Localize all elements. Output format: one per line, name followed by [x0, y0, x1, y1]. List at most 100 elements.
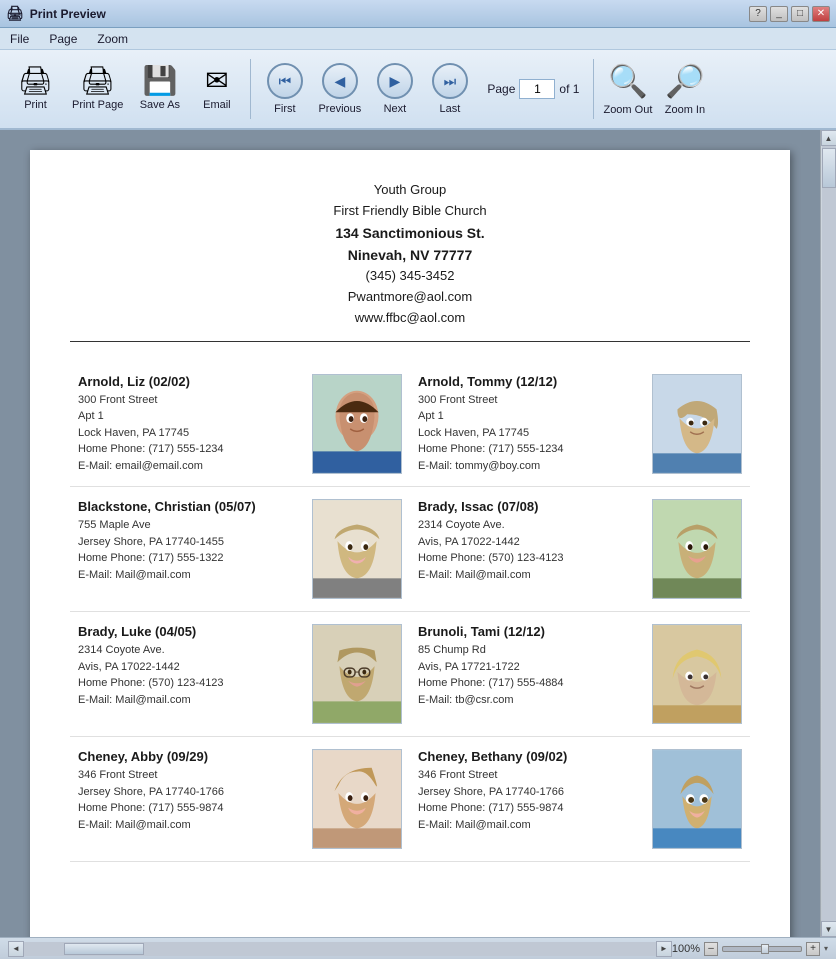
zoom-out-button[interactable]: 🔍 Zoom Out [600, 54, 655, 124]
toolbar: 🖨 Print 🖨 Print Page 💾 Save As ✉ Email ⏮… [0, 50, 836, 130]
contact-info: Brunoli, Tami (12/12) 85 Chump Rd Avis, … [418, 624, 640, 708]
zoom-status: 100% – + ▾ [672, 942, 828, 956]
header-line5: (345) 345-3452 [70, 266, 750, 287]
bottom-bar: ◄ ► 100% – + ▾ [0, 937, 836, 959]
contact-name: Arnold, Liz (02/02) [78, 374, 300, 389]
contact-photo [312, 374, 402, 474]
document-header: Youth Group First Friendly Bible Church … [70, 180, 750, 342]
contact-photo [312, 749, 402, 849]
contact-entry: Cheney, Abby (09/29) 346 Front Street Je… [70, 737, 410, 862]
horizontal-scrollbar[interactable]: ◄ ► [8, 941, 672, 957]
contact-entry: Arnold, Liz (02/02) 300 Front Street Apt… [70, 362, 410, 488]
header-line4: Ninevah, NV 77777 [70, 244, 750, 266]
scroll-h-thumb[interactable] [64, 943, 144, 955]
minimize-button[interactable]: _ [770, 6, 788, 22]
print-page-icon: 🖨 [80, 67, 116, 95]
first-label: First [274, 103, 295, 115]
email-icon: ✉ [205, 67, 228, 95]
save-as-button[interactable]: 💾 Save As [132, 54, 187, 124]
header-line7: www.ffbc@aol.com [70, 308, 750, 329]
contact-email: E-Mail: Mail@mail.com [78, 567, 300, 584]
zoom-in-label: Zoom In [665, 104, 705, 116]
content-area[interactable]: Youth Group First Friendly Bible Church … [0, 130, 820, 937]
zoom-out-icon: 🔍 [608, 62, 648, 100]
contact-entry: Arnold, Tommy (12/12) 300 Front Street A… [410, 362, 750, 488]
contact-address1: 2314 Coyote Ave. [418, 517, 640, 534]
menu-file[interactable]: File [6, 31, 33, 47]
header-line3: 134 Sanctimonious St. [70, 222, 750, 244]
contact-city-state-zip: Avis, PA 17022-1442 [418, 534, 640, 551]
zoom-in-icon: 🔎 [665, 62, 705, 100]
scroll-left-button[interactable]: ◄ [8, 941, 24, 957]
contact-city-state-zip: Avis, PA 17721-1722 [418, 659, 640, 676]
maximize-button[interactable]: □ [791, 6, 809, 22]
menu-page[interactable]: Page [45, 31, 81, 47]
contact-city-state-zip: Jersey Shore, PA 17740-1766 [78, 784, 300, 801]
contact-phone: Home Phone: (717) 555-4884 [418, 675, 640, 692]
zoom-slider-thumb[interactable] [761, 944, 769, 954]
menu-zoom[interactable]: Zoom [93, 31, 132, 47]
contact-address1: 346 Front Street [418, 767, 640, 784]
next-label: Next [384, 103, 407, 115]
page-control: Page of 1 [487, 79, 579, 99]
scroll-v-thumb[interactable] [822, 148, 836, 188]
contact-name: Brady, Issac (07/08) [418, 499, 640, 514]
contact-email: E-Mail: tommy@boy.com [418, 458, 640, 475]
page-preview: Youth Group First Friendly Bible Church … [30, 150, 790, 937]
print-page-button[interactable]: 🖨 Print Page [65, 54, 130, 124]
zoom-slider-track[interactable] [722, 946, 802, 952]
contact-info: Arnold, Tommy (12/12) 300 Front Street A… [418, 374, 640, 475]
title-bar: 🖨 Print Preview ? _ □ ✕ [0, 0, 836, 28]
previous-button[interactable]: ◀ Previous [312, 54, 367, 124]
previous-icon: ◀ [322, 63, 358, 99]
close-button[interactable]: ✕ [812, 6, 830, 22]
page-label: Page [487, 82, 515, 96]
scroll-right-button[interactable]: ► [656, 941, 672, 957]
contact-entry: Blackstone, Christian (05/07) 755 Maple … [70, 487, 410, 612]
contact-info: Arnold, Liz (02/02) 300 Front Street Apt… [78, 374, 300, 475]
print-button[interactable]: 🖨 Print [8, 54, 63, 124]
contact-photo [652, 749, 742, 849]
zoom-increase-button[interactable]: + [806, 942, 820, 956]
scroll-down-button[interactable]: ▼ [821, 921, 836, 937]
email-button[interactable]: ✉ Email [189, 54, 244, 124]
app-icon: 🖨 [6, 5, 24, 22]
contact-name: Cheney, Bethany (09/02) [418, 749, 640, 764]
help-button[interactable]: ? [749, 6, 767, 22]
separator-2 [593, 59, 594, 119]
vertical-scrollbar[interactable]: ▲ ▼ [820, 130, 836, 937]
previous-label: Previous [318, 103, 361, 115]
zoom-decrease-button[interactable]: – [704, 942, 718, 956]
contact-info: Brady, Issac (07/08) 2314 Coyote Ave. Av… [418, 499, 640, 583]
contact-city-state-zip: Avis, PA 17022-1442 [78, 659, 300, 676]
contact-phone: Home Phone: (717) 555-1234 [418, 441, 640, 458]
zoom-in-button[interactable]: 🔎 Zoom In [657, 54, 712, 124]
print-icon: 🖨 [18, 67, 54, 95]
contact-email: E-Mail: Mail@mail.com [78, 817, 300, 834]
header-line1: Youth Group [70, 180, 750, 201]
main-area: Youth Group First Friendly Bible Church … [0, 130, 836, 937]
contact-photo [312, 499, 402, 599]
contact-phone: Home Phone: (570) 123-4123 [78, 675, 300, 692]
contact-name: Arnold, Tommy (12/12) [418, 374, 640, 389]
contact-email: E-Mail: Mail@mail.com [418, 817, 640, 834]
nav-buttons: ⏮ First ◀ Previous ▶ Next ⏭ Last [257, 54, 477, 124]
contact-info: Cheney, Bethany (09/02) 346 Front Street… [418, 749, 640, 833]
contact-info: Brady, Luke (04/05) 2314 Coyote Ave. Avi… [78, 624, 300, 708]
contact-photo [652, 499, 742, 599]
scroll-h-track[interactable] [24, 942, 656, 956]
last-button[interactable]: ⏭ Last [422, 54, 477, 124]
contact-email: E-Mail: Mail@mail.com [78, 692, 300, 709]
contact-email: E-Mail: tb@csr.com [418, 692, 640, 709]
contact-entry: Cheney, Bethany (09/02) 346 Front Street… [410, 737, 750, 862]
contact-phone: Home Phone: (570) 123-4123 [418, 550, 640, 567]
page-input[interactable] [519, 79, 555, 99]
zoom-arrow-icon[interactable]: ▾ [824, 944, 828, 953]
window-title: Print Preview [30, 7, 106, 21]
scroll-v-track[interactable] [822, 146, 836, 921]
next-button[interactable]: ▶ Next [367, 54, 422, 124]
print-page-label: Print Page [72, 99, 123, 111]
first-button[interactable]: ⏮ First [257, 54, 312, 124]
scroll-up-button[interactable]: ▲ [821, 130, 836, 146]
contact-email: E-Mail: Mail@mail.com [418, 567, 640, 584]
